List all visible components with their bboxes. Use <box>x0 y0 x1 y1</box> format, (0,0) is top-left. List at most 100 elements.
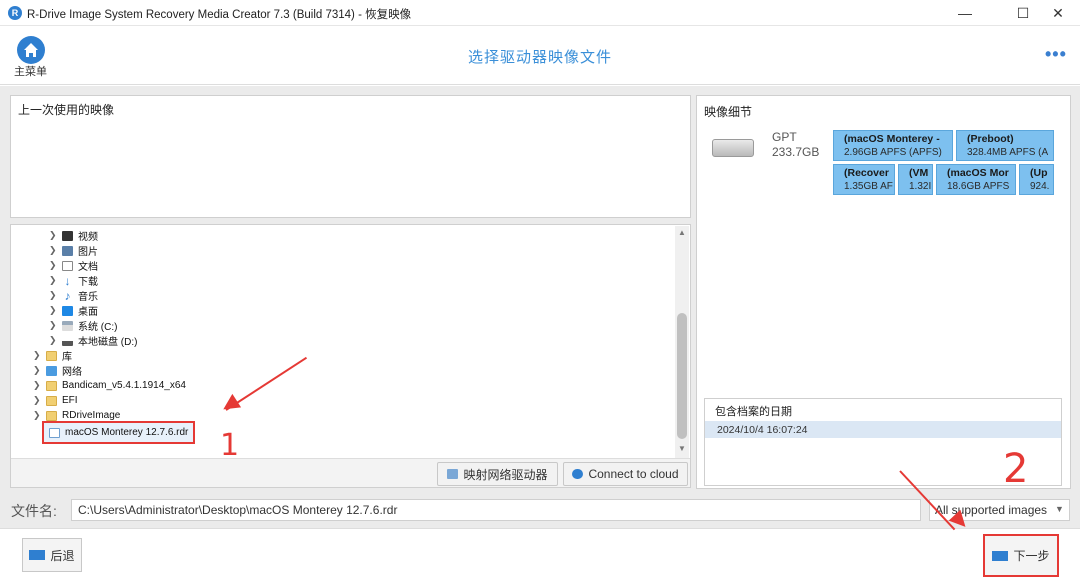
chevron-right-icon[interactable]: ❯ <box>33 395 43 406</box>
page-title: 选择驱动器映像文件 <box>467 49 612 66</box>
partition-block[interactable]: (Preboot) 328.4MB APFS (A <box>956 130 1054 161</box>
tree-item[interactable]: ❯ 文档 <box>49 258 98 273</box>
chevron-right-icon[interactable]: ❯ <box>33 380 43 391</box>
image-details-title: 映像细节 <box>704 105 753 119</box>
chevron-right-icon[interactable]: ❯ <box>49 230 59 241</box>
arrow-right-icon <box>992 550 1009 561</box>
tree-item[interactable]: ❯ 系统 (C:) <box>49 318 117 333</box>
partition-name: (Preboot) <box>967 133 1014 145</box>
map-network-drive-button[interactable]: 映射网络驱动器 <box>437 462 558 486</box>
chevron-down-icon[interactable]: ▼ <box>1055 504 1064 514</box>
tree-item[interactable]: ❯ 网络 <box>33 363 82 378</box>
tree-item[interactable]: ❯ Bandicam_v5.4.1.1914_x64 <box>33 378 186 393</box>
folder-icon <box>46 410 57 421</box>
desktop-icon <box>62 305 73 316</box>
tree-item-label: Bandicam_v5.4.1.1914_x64 <box>62 380 186 391</box>
partition-detail: 1.35GB AF <box>844 181 893 192</box>
partition-block[interactable]: (Recover 1.35GB AF <box>833 164 895 195</box>
close-button[interactable]: ✕ <box>1035 0 1080 26</box>
scroll-thumb[interactable] <box>677 313 687 439</box>
chevron-right-icon[interactable]: ❯ <box>33 410 43 421</box>
tree-item-label: 库 <box>62 352 72 363</box>
file-name-label: 文件名: <box>11 503 57 519</box>
chevron-right-icon[interactable]: ❯ <box>49 245 59 256</box>
tree-item[interactable]: ❯ ♪ 音乐 <box>49 288 98 304</box>
back-label: 后退 <box>50 548 75 563</box>
tree-item[interactable]: ❯ 图片 <box>49 243 98 258</box>
footer <box>0 528 1080 584</box>
partition-detail: 2.96GB APFS (APFS) <box>844 147 942 158</box>
partition-name: (macOS Monterey - <box>844 133 940 145</box>
music-icon: ♪ <box>64 288 71 303</box>
recent-images-title: 上一次使用的映像 <box>18 103 115 117</box>
annotation-mark-2: 2 <box>1003 446 1029 492</box>
tree-item-label: 网络 <box>62 367 82 378</box>
connect-cloud-button[interactable]: Connect to cloud <box>563 462 688 486</box>
tree-item[interactable]: ❯ EFI <box>33 393 78 408</box>
network-icon <box>46 365 57 376</box>
folder-icon <box>46 395 57 406</box>
tree-item[interactable]: ❯ 桌面 <box>49 303 98 318</box>
partition-block[interactable]: (macOS Mor 18.6GB APFS <box>936 164 1016 195</box>
partition-name: (Recover <box>844 167 889 179</box>
chevron-right-icon[interactable]: ❯ <box>49 260 59 271</box>
tree-item-selected[interactable]: macOS Monterey 12.7.6.rdr <box>42 421 196 444</box>
file-tree-panel: ❯ 视频 ❯ 图片 ❯ 文档 ❯ ↓ 下载 ❯ ♪ 音乐 ❯ 桌面 ❯ 系统 (… <box>10 224 691 488</box>
tree-item-label: 文档 <box>78 262 98 273</box>
hard-disk-icon <box>712 139 754 157</box>
tree-item[interactable]: ❯ 库 <box>33 348 72 363</box>
partition-detail: 328.4MB APFS (A <box>967 147 1049 158</box>
partition-detail: 18.6GB APFS <box>947 181 1010 192</box>
scroll-up-icon[interactable]: ▲ <box>678 228 686 237</box>
partition-name: (Up <box>1030 167 1048 179</box>
documents-icon <box>62 260 73 271</box>
partition-block[interactable]: (Up 924. <box>1019 164 1054 195</box>
archive-date-row[interactable]: 2024/10/4 16:07:24 <box>705 421 1061 438</box>
next-label: 下一步 <box>1013 549 1050 563</box>
download-icon: ↓ <box>64 273 71 288</box>
scroll-down-icon[interactable]: ▼ <box>678 444 686 453</box>
library-icon <box>46 350 57 361</box>
drive-icon <box>62 335 73 346</box>
tree-item-label: 下载 <box>78 277 98 288</box>
tree-item-label: RDriveImage <box>62 410 121 421</box>
partition-block[interactable]: (macOS Monterey - 2.96GB APFS (APFS) <box>833 130 953 161</box>
partition-detail: 1.32I <box>909 181 932 192</box>
tree-item[interactable]: ❯ 本地磁盘 (D:) <box>49 333 137 348</box>
file-icon <box>49 427 60 438</box>
chevron-right-icon[interactable]: ❯ <box>49 305 59 316</box>
back-button[interactable]: 后退 <box>22 538 82 572</box>
tree-item-label: 音乐 <box>78 292 98 303</box>
next-button[interactable]: 下一步 <box>983 534 1059 577</box>
tree-item-label: 桌面 <box>78 307 98 318</box>
tree-item-label: 图片 <box>78 247 98 258</box>
tree-item-label: 本地磁盘 (D:) <box>78 337 138 348</box>
chevron-right-icon[interactable]: ❯ <box>49 275 59 286</box>
tree-item-label: macOS Monterey 12.7.6.rdr <box>65 427 189 438</box>
window-title: R-Drive Image System Recovery Media Crea… <box>27 9 412 21</box>
file-name-input[interactable]: C:\Users\Administrator\Desktop\macOS Mon… <box>71 499 921 521</box>
drive-icon <box>62 320 73 331</box>
more-options-button[interactable]: ••• <box>1045 44 1067 65</box>
chevron-right-icon[interactable]: ❯ <box>49 320 59 331</box>
chevron-right-icon[interactable]: ❯ <box>49 290 59 301</box>
minimize-button[interactable]: — <box>942 0 988 26</box>
app-logo-icon: R <box>8 6 22 20</box>
chevron-right-icon[interactable]: ❯ <box>33 365 43 376</box>
tree-item-label: 系统 (C:) <box>78 322 118 333</box>
cloud-icon <box>572 469 584 479</box>
chevron-right-icon[interactable]: ❯ <box>33 350 43 361</box>
pictures-icon <box>62 245 73 256</box>
partition-block[interactable]: (VM 1.32I <box>898 164 933 195</box>
map-network-drive-label: 映射网络驱动器 <box>463 467 548 482</box>
partition-name: (VM <box>909 167 929 179</box>
archive-dates-header: 包含档案的日期 <box>715 406 792 418</box>
tree-item-label: 视频 <box>78 232 98 243</box>
tree-item[interactable]: ❯ 视频 <box>49 228 98 243</box>
connect-cloud-label: Connect to cloud <box>588 467 679 481</box>
chevron-right-icon[interactable]: ❯ <box>49 335 59 346</box>
annotation-mark-1: 1 <box>220 428 240 463</box>
tree-item[interactable]: ❯ ↓ 下载 <box>49 273 98 289</box>
arrow-left-icon <box>29 550 46 560</box>
network-drive-icon <box>447 469 459 479</box>
